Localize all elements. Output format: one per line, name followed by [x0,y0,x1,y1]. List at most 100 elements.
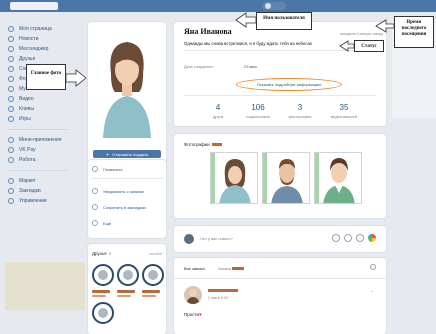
show-more-info-link[interactable]: Показать подробную информацию [236,78,342,91]
clips-icon [8,106,14,112]
notify-action[interactable]: Уведомлять о записях [92,188,144,194]
friend-item[interactable] [92,264,114,297]
left-menu: Моя страницаНовостиМессенджерДрузьяСообщ… [8,24,86,206]
sidebar-item[interactable]: Клипы [8,104,86,114]
stat-videos[interactable]: 35 видеозаписей [324,103,364,119]
divider [91,178,163,179]
stat-photos[interactable]: 3 фотографии [280,103,320,119]
friends-online-link[interactable]: онлайн [149,251,162,256]
sidebar-item[interactable]: Маркет [8,176,86,186]
sidebar-item-label: Мессенджер [19,46,49,52]
tab-all-posts[interactable]: Все записи [184,266,205,271]
chevron-down-icon [92,220,98,226]
menu-divider [8,170,68,171]
avatar-card: ✦ Отправить подарок Подписаться [88,22,166,176]
notifications-button[interactable] [262,2,286,10]
friend-item[interactable] [142,264,164,297]
sidebar-item[interactable]: Видео [8,94,86,104]
friend-surname-redacted [117,295,131,297]
birthday-label: День рождения: [184,64,214,69]
stat-label: видеозаписей [330,114,357,119]
stat-label: друга [212,114,224,119]
notify-label: Уведомлять о записях [103,188,145,194]
camera-icon[interactable] [332,234,340,242]
post-time[interactable]: 2 янв в 0:00 [208,296,228,300]
sidebar-item[interactable]: VK Pay [8,145,86,155]
photos-count-redacted [211,143,222,147]
birthday-value[interactable]: 23 мая [244,64,257,69]
friends-count: 4 [108,251,112,256]
call-action[interactable]: Позвонить [92,166,123,172]
sidebar-item[interactable]: Новости [8,34,86,44]
post-author-name-redacted[interactable] [208,289,238,292]
new-post-input[interactable]: Что у вас нового? [200,236,233,241]
music-icon[interactable] [356,234,364,242]
photo-thumbnail[interactable] [262,152,310,204]
music-icon [8,86,14,92]
send-gift-label: Отправить подарок [112,151,149,157]
tab-user-posts[interactable]: Записи [218,266,245,271]
friend-surname-redacted [92,295,106,297]
search-icon[interactable] [370,264,376,270]
sidebar-item-label: Клипы [19,106,34,112]
annotation-user-name: Имя пользователя [256,12,312,30]
photo-thumbnail[interactable] [314,152,362,204]
photos-title[interactable]: Фотографии [184,142,222,147]
friend-avatar [92,264,114,286]
bell-icon [92,188,98,194]
video-icon[interactable] [344,234,352,242]
vk-logo[interactable] [10,2,58,10]
color-picker-icon[interactable] [368,234,376,242]
sidebar-item[interactable]: Закладки [8,186,86,196]
friend-name-redacted [117,290,135,293]
new-post-card: Что у вас нового? [174,226,386,252]
sidebar-item-label: Управление [19,198,47,204]
sidebar-item[interactable]: Моя страница [8,24,86,34]
sidebar-item[interactable]: Мини-приложения [8,135,86,145]
stat-label: фотографии [288,114,312,119]
photo-icon [8,76,14,82]
stat-friends[interactable]: 4 друга [198,103,238,119]
stat-number: 3 [297,103,303,112]
pay-icon [8,147,14,153]
market-icon [8,178,14,184]
gift-icon: ✦ [105,151,110,157]
friend-item[interactable] [117,264,139,297]
sidebar-item[interactable]: Игры [8,114,86,124]
friend-avatar [142,264,164,286]
sidebar-item[interactable]: Друзья [8,54,86,64]
sidebar-item[interactable]: Работа [8,155,86,165]
friend-name-redacted [142,290,160,293]
friends-title[interactable]: Друзья 4 [92,251,111,256]
sidebar-item[interactable]: Мессенджер [8,44,86,54]
friend-item[interactable] [92,302,114,324]
sidebar-item[interactable]: Управление [8,196,86,206]
friends-title-text: Друзья [92,251,107,256]
friend-avatar [117,264,139,286]
profile-status[interactable]: Однажды мы снова встретимся, и я буду жд… [184,41,312,46]
send-gift-button[interactable]: ✦ Отправить подарок [93,150,161,158]
sidebar-item-label: Закладки [19,188,41,194]
tab-user-name-redacted [232,267,245,271]
sidebar-item-label: Работа [19,157,36,163]
sidebar-item-label: Мини-приложения [19,137,62,143]
main-photo[interactable] [93,26,161,138]
wall-card: Все записи Записи 2 янв в 0:00 ⌄ Прости♥ [174,258,386,334]
profile-name: Яна Иванова [184,27,232,36]
stat-followers[interactable]: 106 подписчиков [238,103,278,119]
photo-thumbnail[interactable] [210,152,258,204]
friend-surname-redacted [142,295,156,297]
bookmark-action[interactable]: Сохранить в закладках [92,204,146,210]
show-more-label: Показать подробную информацию [256,82,322,87]
post-author-avatar[interactable] [184,286,202,304]
apps-icon [8,137,14,143]
annotation-main-photo: Главное фото [26,64,66,90]
friend-name-redacted [92,290,110,293]
more-action[interactable]: Ещё [92,220,111,226]
divider [174,278,386,279]
photos-card: Фотографии [174,134,386,218]
video-icon [8,96,14,102]
chevron-down-icon[interactable]: ⌄ [370,288,374,294]
profile-info-card: Яна Иванова заходила 2 минуты назад Одна… [174,22,386,126]
menu-footer-block [5,262,85,310]
